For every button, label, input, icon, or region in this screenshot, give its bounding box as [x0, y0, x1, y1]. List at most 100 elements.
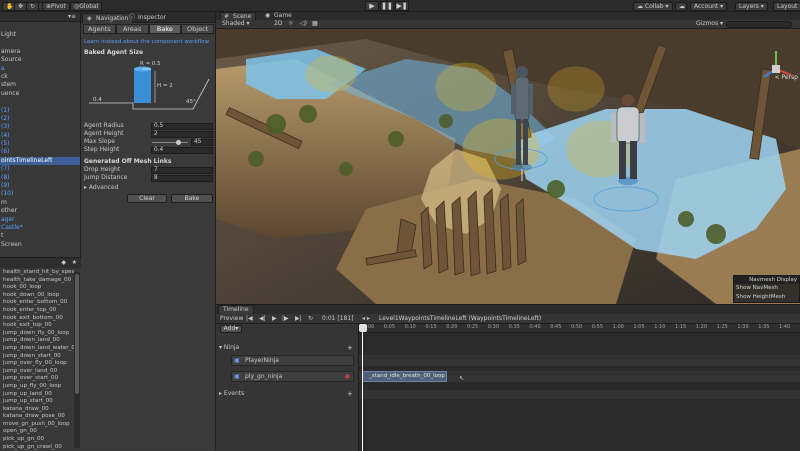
- star-icon[interactable]: ★: [72, 259, 77, 266]
- hierarchy-item[interactable]: m: [0, 199, 80, 207]
- project-item[interactable]: jump_up_start_00: [0, 398, 74, 406]
- project-item[interactable]: hook_00_loop: [0, 284, 74, 292]
- hierarchy-item[interactable]: (6): [0, 148, 80, 156]
- collab-dropdown[interactable]: ☁ Collab ▾: [633, 2, 673, 11]
- project-item[interactable]: hook_enter_bottom_00: [0, 299, 74, 307]
- track-playerninja[interactable]: ▣ PlayerNinja: [231, 355, 354, 366]
- timeline-ruler[interactable]: 0:00 0:05 0:10 0:15 0:20 0:25 0:30 0:35 0:40 0:45…: [359, 324, 800, 333]
- project-item[interactable]: katana_draw_00: [0, 406, 74, 414]
- hierarchy-item[interactable]: (5): [0, 140, 80, 148]
- hierarchy-item[interactable]: Source: [0, 56, 80, 64]
- events-add-icon[interactable]: +: [347, 390, 353, 398]
- max-slope-slider[interactable]: [152, 142, 188, 143]
- layers-dropdown[interactable]: Layers ▾: [735, 2, 768, 11]
- scrollbar-thumb[interactable]: [75, 274, 79, 394]
- project-item[interactable]: jump_up_land_00: [0, 391, 74, 399]
- project-item[interactable]: jump_over_start_00: [0, 375, 74, 383]
- project-item[interactable]: hook_down_00_loop: [0, 292, 74, 300]
- global-toggle[interactable]: ◎Global: [70, 2, 103, 11]
- hierarchy-item[interactable]: ck: [0, 73, 80, 81]
- advanced-foldout[interactable]: ▸ Advanced: [84, 184, 214, 192]
- project-item[interactable]: jump_down_land_00: [0, 337, 74, 345]
- hierarchy-item[interactable]: [0, 98, 80, 106]
- timeline-tracks-area[interactable]: 0:00 0:05 0:10 0:15 0:20 0:25 0:30 0:35 0:40 0:45…: [359, 324, 800, 451]
- 2d-toggle[interactable]: 2D: [274, 20, 282, 28]
- project-item[interactable]: open_gn_00: [0, 428, 74, 436]
- bake-button[interactable]: Bake: [171, 194, 213, 203]
- scene-viewport[interactable]: < Persp Navmesh Display Show NavMesh Sho…: [216, 29, 800, 304]
- add-track-button[interactable]: Add▾: [220, 325, 242, 333]
- max-slope-field[interactable]: 45: [191, 138, 213, 146]
- show-heightmesh-toggle[interactable]: Show HeightMesh: [734, 293, 799, 302]
- hierarchy-item[interactable]: Screen: [0, 241, 80, 249]
- hierarchy-item[interactable]: (9): [0, 182, 80, 190]
- record-icon[interactable]: ●: [345, 372, 350, 381]
- hierarchy-item[interactable]: uence: [0, 90, 80, 98]
- loop-button[interactable]: ↻: [308, 315, 313, 322]
- prev-frame-button[interactable]: ◀|: [259, 315, 266, 322]
- hierarchy-item[interactable]: Light: [0, 31, 80, 39]
- hierarchy-item[interactable]: Castle*: [0, 224, 80, 232]
- subtab-agents[interactable]: Agents: [83, 24, 116, 34]
- track-animation-icon[interactable]: ▣: [234, 372, 240, 381]
- goto-start-button[interactable]: |◀: [246, 315, 253, 322]
- track-ply-gn-ninja[interactable]: ▣ ply_gn_ninja ●: [231, 371, 354, 382]
- max-slope-slider-handle[interactable]: [176, 139, 181, 145]
- hierarchy-item[interactable]: stem: [0, 81, 80, 89]
- hierarchy-item[interactable]: t: [0, 232, 80, 240]
- account-dropdown[interactable]: Account ▾: [690, 2, 728, 11]
- project-item[interactable]: hook_exit_bottom_00: [0, 315, 74, 323]
- menu-icon[interactable]: ▾≡: [68, 13, 76, 20]
- hierarchy-item[interactable]: ointsTimelineLeft: [0, 156, 80, 166]
- pivot-toggle[interactable]: ⊕Pivot: [42, 2, 70, 11]
- step-height-field[interactable]: 0.4: [151, 146, 213, 154]
- playhead-line[interactable]: [362, 324, 363, 451]
- project-item[interactable]: move_gn_push_00_loop: [0, 421, 74, 429]
- project-item[interactable]: pick_up_gn_00: [0, 436, 74, 444]
- group-ninja[interactable]: ▾ Ninja: [219, 344, 239, 351]
- hierarchy-item[interactable]: [0, 39, 80, 47]
- gizmos-dropdown[interactable]: Gizmos ▾: [696, 20, 723, 28]
- breadcrumb-back-icon[interactable]: ◂ ▸: [362, 315, 370, 322]
- project-item[interactable]: jump_over_land_00: [0, 368, 74, 376]
- play-button[interactable]: ▶: [365, 1, 379, 11]
- project-item[interactable]: jump_down_start_00: [0, 353, 74, 361]
- subtab-areas[interactable]: Areas: [115, 24, 149, 34]
- group-events[interactable]: ▸ Events: [219, 390, 244, 397]
- jump-distance-field[interactable]: 8: [151, 174, 213, 182]
- tab-inspector[interactable]: ⓘ Inspector: [125, 13, 170, 23]
- audio-toggle[interactable]: ◁): [300, 20, 307, 28]
- hierarchy-item[interactable]: (7): [0, 165, 80, 173]
- hierarchy-item[interactable]: amera: [0, 48, 80, 56]
- agent-height-field[interactable]: 2: [151, 130, 213, 138]
- hierarchy-item[interactable]: a: [0, 65, 80, 73]
- project-item[interactable]: jump_over_fly_00_loop: [0, 360, 74, 368]
- drop-height-field[interactable]: 7: [151, 166, 213, 174]
- project-item[interactable]: jump_down_land_water_00: [0, 345, 74, 353]
- frame-counter[interactable]: 0:01 [181]: [322, 315, 354, 322]
- group-add-icon[interactable]: +: [347, 344, 353, 352]
- hierarchy-item[interactable]: other: [0, 207, 80, 215]
- subtab-object[interactable]: Object: [181, 24, 214, 34]
- project-item[interactable]: health_take_damage_00: [0, 277, 74, 285]
- hierarchy-item[interactable]: (2): [0, 115, 80, 123]
- track-checkbox-icon[interactable]: ▣: [234, 356, 240, 365]
- project-scrollbar[interactable]: [74, 272, 80, 448]
- subtab-bake[interactable]: Bake: [148, 24, 182, 34]
- project-item[interactable]: hook_enter_top_00: [0, 307, 74, 315]
- layout-dropdown[interactable]: Layout: [773, 2, 800, 11]
- hierarchy-item[interactable]: ager: [0, 216, 80, 224]
- scene-search-input[interactable]: [726, 21, 792, 28]
- step-button[interactable]: ▶❚: [395, 1, 409, 11]
- effects-toggle[interactable]: ▦: [312, 20, 318, 28]
- persp-label[interactable]: < Persp: [775, 74, 798, 81]
- timeline-play-button[interactable]: ▶: [272, 315, 277, 322]
- hierarchy-item[interactable]: (10): [0, 190, 80, 198]
- filter-icon[interactable]: ◆: [61, 259, 66, 266]
- clear-button[interactable]: Clear: [127, 194, 167, 203]
- project-item[interactable]: katana_draw_pose_00: [0, 413, 74, 421]
- project-item[interactable]: jump_up_fly_00_loop: [0, 383, 74, 391]
- hierarchy-item[interactable]: (3): [0, 123, 80, 131]
- lighting-toggle[interactable]: ☼: [288, 20, 293, 28]
- preview-toggle[interactable]: Preview: [220, 315, 243, 322]
